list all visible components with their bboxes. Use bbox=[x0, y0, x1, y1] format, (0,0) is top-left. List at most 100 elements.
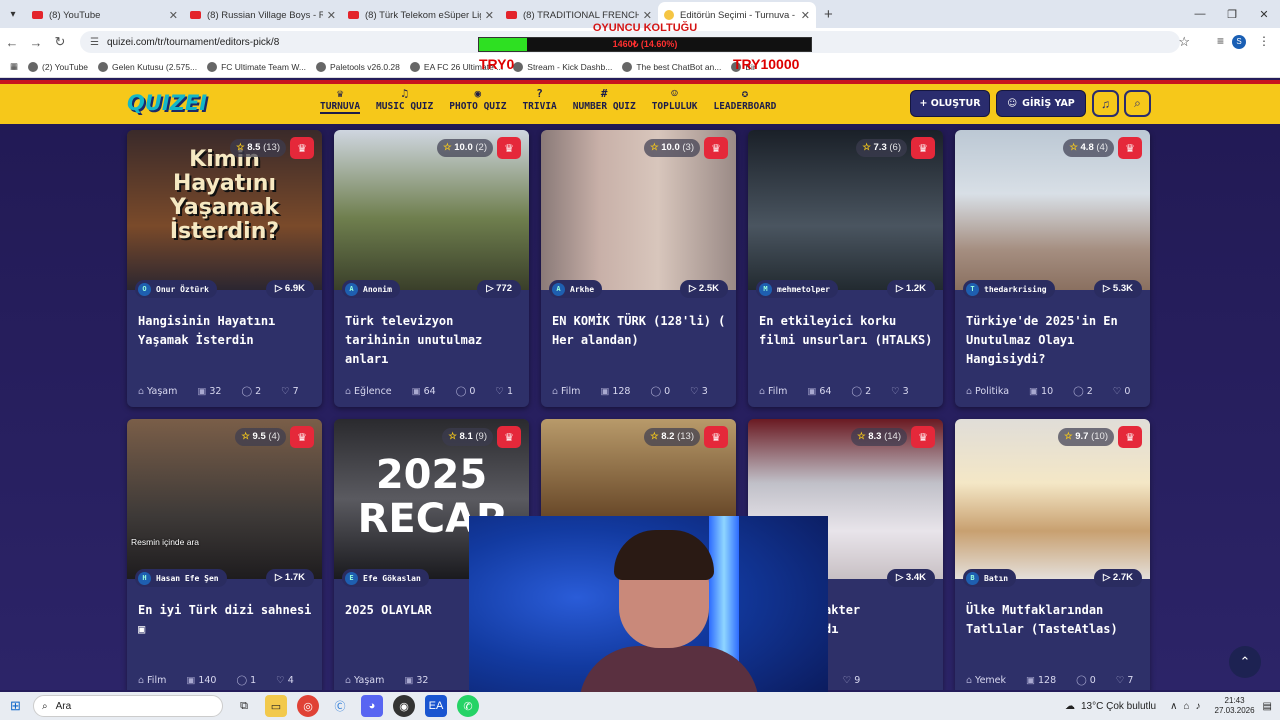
browser-tab[interactable]: (8) YouTube ✕ bbox=[26, 2, 184, 28]
card-title[interactable]: Türk televizyon tarihinin unutulmaz anla… bbox=[345, 312, 525, 369]
file-explorer-icon[interactable]: ▭ bbox=[265, 695, 287, 717]
crown-badge-icon[interactable]: ♛ bbox=[704, 137, 728, 159]
tab-close-icon[interactable]: ✕ bbox=[327, 9, 336, 22]
whatsapp-icon[interactable]: ✆ bbox=[457, 695, 479, 717]
bookmark-item[interactable]: Paletools v26.0.28 bbox=[315, 61, 400, 72]
card-author[interactable]: H Hasan Efe Şen bbox=[135, 569, 227, 587]
card-comments-value: 1 bbox=[250, 675, 257, 686]
items-icon: ▣ bbox=[197, 386, 207, 397]
tab-close-icon[interactable]: ✕ bbox=[801, 9, 810, 22]
bookmark-item[interactable]: Gelen Kutusu (2.575... bbox=[98, 61, 197, 72]
crown-badge-icon[interactable]: ♛ bbox=[290, 137, 314, 159]
login-button[interactable]: ☺ GİRİŞ YAP bbox=[996, 90, 1086, 117]
discord-icon[interactable]: ◕ bbox=[361, 695, 383, 717]
crown-badge-icon[interactable]: ♛ bbox=[911, 426, 935, 448]
nav-item-photo-quiz[interactable]: ◉ PHOTO QUIZ bbox=[449, 87, 506, 114]
card-author[interactable]: B Batın bbox=[963, 569, 1017, 587]
bookmark-favicon-icon bbox=[409, 61, 420, 72]
bookmark-item[interactable]: FC Ultimate Team W... bbox=[207, 61, 306, 72]
card-author[interactable]: Tthedarkrising bbox=[963, 280, 1055, 298]
back-icon[interactable]: ← bbox=[0, 35, 24, 50]
chrome-icon[interactable]: ◎ bbox=[297, 695, 319, 717]
card-title[interactable]: Hangisinin Hayatını Yaşamak İsterdin bbox=[138, 312, 318, 350]
notification-icon[interactable]: ▤ bbox=[1263, 701, 1272, 712]
crown-badge-icon[interactable]: ♛ bbox=[497, 426, 521, 448]
card-title[interactable]: Ülke Mutfaklarından Tatlılar (TasteAtlas… bbox=[966, 601, 1146, 639]
tab-close-icon[interactable]: ✕ bbox=[169, 9, 178, 22]
nav-item-music-quiz[interactable]: ♫ MUSIC QUIZ bbox=[376, 87, 433, 114]
site-info-icon[interactable]: ☰ bbox=[90, 37, 99, 48]
card-author[interactable]: A Arkhe bbox=[549, 280, 603, 298]
tournament-card[interactable]: Resmin içinde ara ☆ 9.5 (4) ♛ H Hasan Efe Şe… bbox=[127, 419, 322, 690]
bookmark-item[interactable]: (2) YouTube bbox=[28, 61, 89, 72]
crown-badge-icon[interactable]: ♛ bbox=[1118, 426, 1142, 448]
minimize-icon[interactable]: — bbox=[1184, 0, 1216, 28]
author-avatar: A bbox=[345, 282, 358, 296]
windows-start-icon[interactable]: ⊞ bbox=[10, 698, 21, 714]
close-window-icon[interactable]: ✕ bbox=[1248, 0, 1280, 28]
tournament-card[interactable]: ☆ 10.0 (3) ♛ A Arkhe ▷ 2.5K EN KOMİK TÜRK (12… bbox=[541, 130, 736, 407]
weather-text[interactable]: 13°C Çok bulutlu bbox=[1081, 701, 1156, 712]
browser-tab[interactable]: (8) Türk Telekom eSüper Lig | 3 ✕ bbox=[342, 2, 500, 28]
card-title[interactable]: En iyi Türk dizi sahnesi ▣ bbox=[138, 601, 318, 639]
card-stats: ⌂ Film ▣ 64 ◯ 2 ♡ 3 bbox=[759, 386, 939, 397]
tab-close-icon[interactable]: ✕ bbox=[485, 9, 494, 22]
restore-icon[interactable]: ❐ bbox=[1216, 0, 1248, 28]
rating-votes: (3) bbox=[682, 142, 694, 153]
card-author[interactable]: E Efe Gökaslan bbox=[342, 569, 429, 587]
card-category: ⌂ Yaşam bbox=[138, 386, 187, 397]
nav-item-number-quiz[interactable]: # NUMBER QUIZ bbox=[573, 87, 636, 114]
crown-badge-icon[interactable]: ♛ bbox=[497, 137, 521, 159]
image-search-hint[interactable]: Resmin içinde ara bbox=[131, 537, 199, 547]
nav-item-trivia[interactable]: ? TRIVIA bbox=[522, 87, 556, 114]
browser-tab[interactable]: (8) Russian Village Boys - R ✕ bbox=[184, 2, 342, 28]
card-author[interactable]: O Onur Öztürk bbox=[135, 280, 217, 298]
search-icon[interactable]: ⌕ bbox=[1124, 90, 1151, 117]
taskbar-search-input[interactable]: ⌕ Ara bbox=[33, 695, 223, 717]
crown-badge-icon[interactable]: ♛ bbox=[290, 426, 314, 448]
obs-icon[interactable]: ◉ bbox=[393, 695, 415, 717]
reload-icon[interactable]: ↻ bbox=[48, 34, 72, 50]
bookmark-star-icon[interactable]: ☆ bbox=[1178, 34, 1190, 50]
card-author[interactable]: A Anonim bbox=[342, 280, 400, 298]
nav-item-turnuva[interactable]: ♛ TURNUVA bbox=[320, 87, 361, 114]
task-view-icon[interactable]: ⧉ bbox=[233, 695, 255, 717]
menu-icon[interactable]: ⋮ bbox=[1258, 34, 1270, 48]
bookmark-label: (2) YouTube bbox=[42, 61, 89, 72]
tournament-card[interactable]: Kimin Hayatını Yaşamak İsterdin? ☆ 8.5 (1… bbox=[127, 130, 322, 407]
tournament-card[interactable]: ☆ 4.8 (4) ♛ Tthedarkrising ▷ 5.3K Türkiye'de… bbox=[955, 130, 1150, 407]
crown-badge-icon[interactable]: ♛ bbox=[704, 426, 728, 448]
forward-icon[interactable]: → bbox=[24, 35, 48, 50]
new-tab-button[interactable]: + bbox=[824, 6, 833, 23]
card-title[interactable]: Türkiye'de 2025'in En Unutulmaz Olayı Ha… bbox=[966, 312, 1146, 369]
crown-badge-icon[interactable]: ♛ bbox=[911, 137, 935, 159]
apps-icon[interactable]: ▦ bbox=[10, 61, 18, 72]
card-stats: ⌂ Politika ▣ 10 ◯ 2 ♡ 0 bbox=[966, 386, 1146, 397]
nav-item-leaderboard[interactable]: ✪ LEADERBOARD bbox=[713, 87, 776, 114]
network-icon[interactable]: ⌂ bbox=[1183, 701, 1189, 712]
tab-search-icon[interactable]: ▾ bbox=[0, 0, 26, 28]
notification-bell-icon[interactable]: ♫ bbox=[1092, 90, 1119, 117]
card-title[interactable]: EN KOMİK TÜRK (128'li) ( Her alandan) bbox=[552, 312, 732, 350]
nav-item-topluluk[interactable]: ☺ TOPLULUK bbox=[652, 87, 698, 114]
create-button[interactable]: + OLUŞTUR bbox=[910, 90, 990, 117]
tab-close-icon[interactable]: ✕ bbox=[643, 9, 652, 22]
volume-icon[interactable]: ♪ bbox=[1196, 701, 1201, 712]
card-title[interactable]: En etkileyici korku filmi unsurları (HTA… bbox=[759, 312, 939, 350]
ea-icon[interactable]: EA bbox=[425, 695, 447, 717]
play-icon: ▷ bbox=[274, 572, 285, 583]
app-c-icon[interactable]: Ⓒ bbox=[329, 695, 351, 717]
profile-avatar[interactable]: S bbox=[1232, 35, 1246, 49]
bookmark-item[interactable]: Stream - Kick Dashb... bbox=[513, 61, 612, 72]
media-icon[interactable]: ≡ bbox=[1217, 34, 1224, 48]
tournament-card[interactable]: ☆ 9.7 (10) ♛ B Batın ▷ 2.7K Ülke Mutfaklarınd… bbox=[955, 419, 1150, 690]
bookmark-item[interactable]: The best ChatBot an... bbox=[622, 61, 721, 72]
site-logo[interactable]: QUIZEI bbox=[127, 91, 207, 115]
tray-chevron-icon[interactable]: ∧ bbox=[1170, 701, 1177, 712]
clock[interactable]: 21:43 27.03.2026 bbox=[1215, 696, 1255, 716]
scroll-to-top-button[interactable]: ⌃ bbox=[1229, 646, 1261, 678]
tournament-card[interactable]: ☆ 10.0 (2) ♛ A Anonim ▷ 772 Türk televizyon t… bbox=[334, 130, 529, 407]
card-author[interactable]: Mmehmetolper bbox=[756, 280, 838, 298]
tournament-card[interactable]: ☆ 7.3 (6) ♛ Mmehmetolper ▷ 1.2K En etkileyic… bbox=[748, 130, 943, 407]
crown-badge-icon[interactable]: ♛ bbox=[1118, 137, 1142, 159]
